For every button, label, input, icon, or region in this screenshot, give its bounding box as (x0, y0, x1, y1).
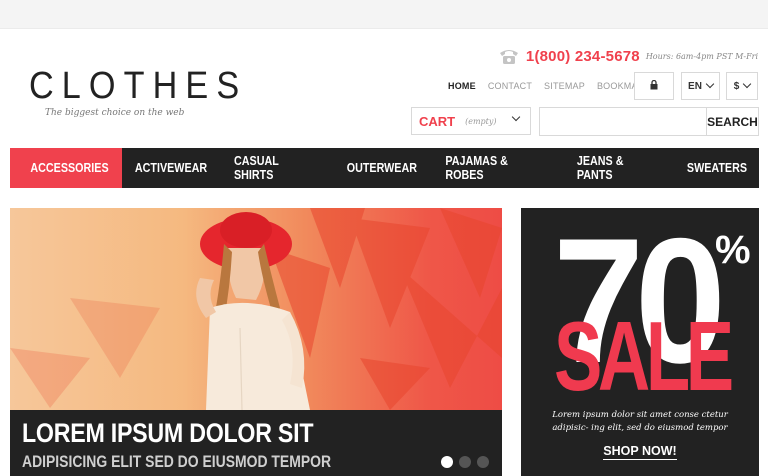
hero-slider[interactable]: LOREM IPSUM DOLOR SIT ADIPISICING ELIT S… (10, 208, 502, 476)
main-navigation: ACCESSORIES ACTIVEWEAR CASUAL SHIRTS OUT… (10, 148, 759, 188)
shop-now-label: SHOP NOW! (603, 444, 677, 460)
lock-icon (650, 79, 658, 93)
account-button[interactable] (634, 72, 674, 100)
logo-tagline: The biggest choice on the web (45, 108, 185, 118)
language-select[interactable]: EN (681, 72, 720, 100)
currency-select[interactable]: $ (726, 72, 758, 100)
nav-label: CASUAL SHIRTS (234, 154, 279, 182)
slider-dot-1[interactable] (441, 456, 453, 468)
search-button[interactable]: SEARCH (706, 107, 759, 136)
link-home[interactable]: HOME (448, 81, 476, 91)
language-value: EN (688, 80, 702, 92)
nav-label: ACCESSORIES (30, 161, 109, 175)
contact-info: 1(800) 234-5678 Hours: 6am-4pm PST M-Fri (498, 47, 758, 65)
shop-now-link[interactable]: SHOP NOW! (521, 442, 759, 460)
logo-title: CLOTHES (29, 65, 248, 107)
telephone-icon (498, 47, 520, 65)
nav-label: ACTIVEWEAR (134, 161, 208, 175)
business-hours: Hours: 6am-4pm PST M-Fri (645, 51, 758, 61)
cart-label: CART (419, 113, 456, 129)
percent-sign: % (715, 228, 751, 272)
search-input[interactable] (539, 107, 707, 136)
nav-item-pajamas-robes[interactable]: PAJAMAS & ROBES (430, 148, 563, 188)
nav-item-outerwear[interactable]: OUTERWEAR (334, 148, 430, 188)
top-bar (0, 0, 768, 29)
phone-number[interactable]: 1(800) 234-5678 (526, 48, 640, 65)
slider-dot-3[interactable] (477, 456, 489, 468)
site-logo[interactable]: CLOTHES The biggest choice on the web (29, 65, 248, 118)
cart-dropdown[interactable]: CART (empty) (411, 107, 531, 135)
chevron-down-icon (743, 79, 752, 89)
sale-word: SALE (554, 301, 734, 411)
nav-item-activewear[interactable]: ACTIVEWEAR (122, 148, 220, 188)
slide-title: LOREM IPSUM DOLOR SIT (22, 418, 314, 448)
nav-label: PAJAMAS & ROBES (445, 154, 508, 182)
nav-item-accessories[interactable]: ACCESSORIES (10, 148, 122, 188)
slide-subtitle: ADIPISICING ELIT SED DO EIUSMOD TEMPOR (22, 452, 332, 471)
slide-caption: LOREM IPSUM DOLOR SIT ADIPISICING ELIT S… (10, 410, 502, 476)
chevron-down-icon (511, 112, 521, 122)
chevron-down-icon (705, 79, 715, 89)
slider-dot-2[interactable] (459, 456, 471, 468)
nav-item-sweaters[interactable]: SWEATERS (675, 148, 759, 188)
nav-label: OUTERWEAR (346, 161, 418, 175)
top-links: HOME CONTACT SITEMAP BOOKMARK (448, 81, 651, 91)
nav-label: JEANS & PANTS (576, 154, 624, 182)
nav-item-casual-shirts[interactable]: CASUAL SHIRTS (220, 148, 334, 188)
nav-label: SWEATERS (686, 161, 748, 175)
nav-item-jeans-pants[interactable]: JEANS & PANTS (563, 148, 675, 188)
cart-status: (empty) (465, 116, 497, 126)
link-contact[interactable]: CONTACT (488, 81, 532, 91)
sale-banner[interactable]: 70 % SALE Lorem ipsum dolor sit amet con… (521, 208, 759, 476)
promo-description: Lorem ipsum dolor sit amet conse ctetur … (552, 410, 728, 433)
slider-pagination (441, 456, 489, 468)
currency-value: $ (733, 80, 740, 92)
link-sitemap[interactable]: SITEMAP (544, 81, 585, 91)
